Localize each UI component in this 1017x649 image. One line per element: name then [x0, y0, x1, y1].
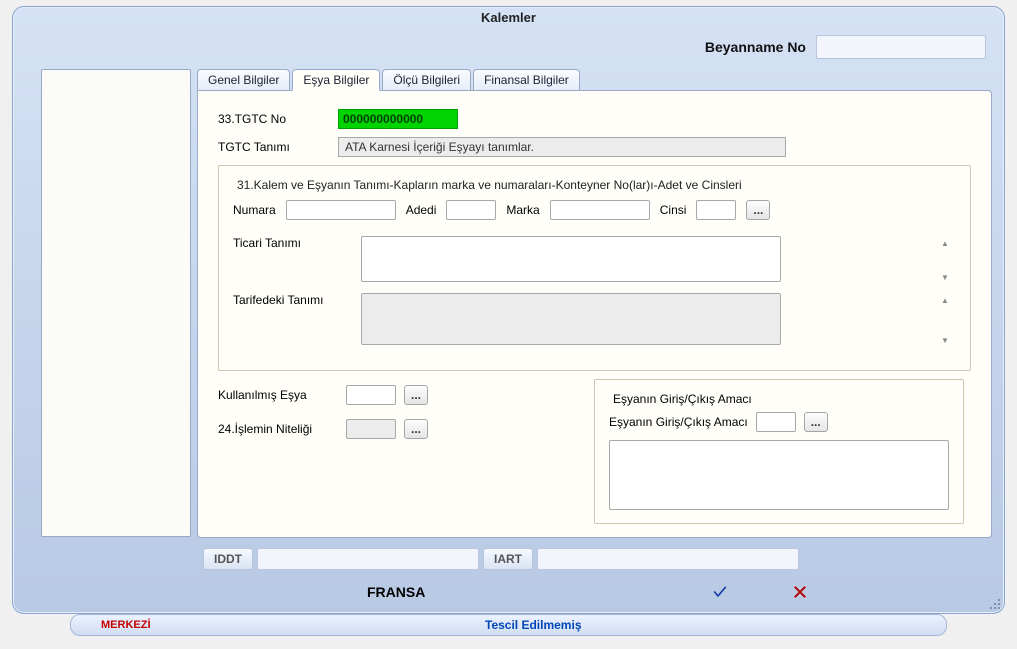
adedi-label: Adedi: [406, 203, 437, 217]
tab-panel-esya: 33.TGTC No TGTC Tanımı 31.Kalem ve Eşyan…: [197, 90, 992, 538]
tab-genel-bilgiler[interactable]: Genel Bilgiler: [197, 69, 290, 91]
numara-input[interactable]: [286, 200, 396, 220]
resize-grip-icon[interactable]: [986, 595, 1000, 609]
kullanilmis-lookup-button[interactable]: ...: [404, 385, 428, 405]
tgtc-no-input[interactable]: [338, 109, 458, 129]
cancel-x-icon[interactable]: [790, 582, 810, 602]
islem-niteligi-lookup-button[interactable]: ...: [404, 419, 428, 439]
iddt-input[interactable]: [257, 548, 479, 570]
status-bar: MERKEZİ Tescil Edilmemiş: [70, 614, 947, 636]
islem-niteligi-input: [346, 419, 396, 439]
beyanname-label: Beyanname No: [705, 39, 806, 55]
scroll-arrows-icon: ▲▼: [941, 239, 953, 282]
tabs-area: Genel Bilgiler Eşya Bilgiler Ölçü Bilgil…: [197, 69, 992, 538]
iddt-label: IDDT: [203, 548, 253, 570]
marka-input[interactable]: [550, 200, 650, 220]
purpose-lookup-button[interactable]: ...: [804, 412, 828, 432]
group31-fieldset: 31.Kalem ve Eşyanın Tanımı-Kapların mark…: [218, 165, 971, 371]
left-list-panel[interactable]: [41, 69, 191, 537]
tab-finansal-bilgiler[interactable]: Finansal Bilgiler: [473, 69, 580, 91]
cinsi-label: Cinsi: [660, 203, 687, 217]
header-row: Beyanname No: [203, 31, 986, 69]
purpose-textarea[interactable]: [609, 440, 949, 510]
tgtc-tanimi-label: TGTC Tanımı: [218, 140, 330, 154]
iart-input[interactable]: [537, 548, 799, 570]
confirm-check-icon[interactable]: [710, 582, 730, 602]
ticari-tanimi-textarea[interactable]: [361, 236, 781, 282]
tab-esya-bilgiler[interactable]: Eşya Bilgiler: [292, 69, 380, 91]
status-center: Tescil Edilmemiş: [151, 618, 917, 632]
footer-codes: IDDT IART: [13, 538, 1004, 576]
marka-label: Marka: [506, 203, 539, 217]
dialog-title: Kalemler: [13, 7, 1004, 31]
purpose-inner-label: Eşyanın Giriş/Çıkış Amacı: [609, 415, 748, 429]
adedi-input[interactable]: [446, 200, 496, 220]
cinsi-lookup-button[interactable]: ...: [746, 200, 770, 220]
tgtc-tanimi-field: [338, 137, 786, 157]
kullanilmis-label: Kullanılmış Eşya: [218, 388, 338, 402]
ticari-tanimi-label: Ticari Tanımı: [233, 236, 353, 250]
islem-niteligi-label: 24.İşlemin Niteliği: [218, 422, 338, 436]
tgtc-no-label: 33.TGTC No: [218, 112, 330, 126]
group31-title: 31.Kalem ve Eşyanın Tanımı-Kapların mark…: [233, 178, 746, 192]
beyanname-input[interactable]: [816, 35, 986, 59]
status-left: MERKEZİ: [101, 619, 151, 631]
tab-olcu-bilgileri[interactable]: Ölçü Bilgileri: [382, 69, 471, 91]
country-label: FRANSA: [367, 584, 425, 600]
purpose-legend: Eşyanın Giriş/Çıkış Amacı: [609, 392, 756, 406]
kalemler-dialog: Kalemler Beyanname No Genel Bilgiler Eşy…: [12, 6, 1005, 614]
tarifedeki-tanimi-label: Tarifedeki Tanımı: [233, 293, 353, 307]
tarifedeki-tanimi-textarea: [361, 293, 781, 345]
tab-buttons: Genel Bilgiler Eşya Bilgiler Ölçü Bilgil…: [197, 69, 992, 91]
kullanilmis-input[interactable]: [346, 385, 396, 405]
cinsi-input[interactable]: [696, 200, 736, 220]
scroll-arrows-icon: ▲▼: [941, 296, 953, 345]
iart-label: IART: [483, 548, 533, 570]
numara-label: Numara: [233, 203, 276, 217]
purpose-fieldset: Eşyanın Giriş/Çıkış Amacı Eşyanın Giriş/…: [594, 379, 964, 524]
purpose-input[interactable]: [756, 412, 796, 432]
bottom-row: FRANSA: [13, 576, 1004, 606]
